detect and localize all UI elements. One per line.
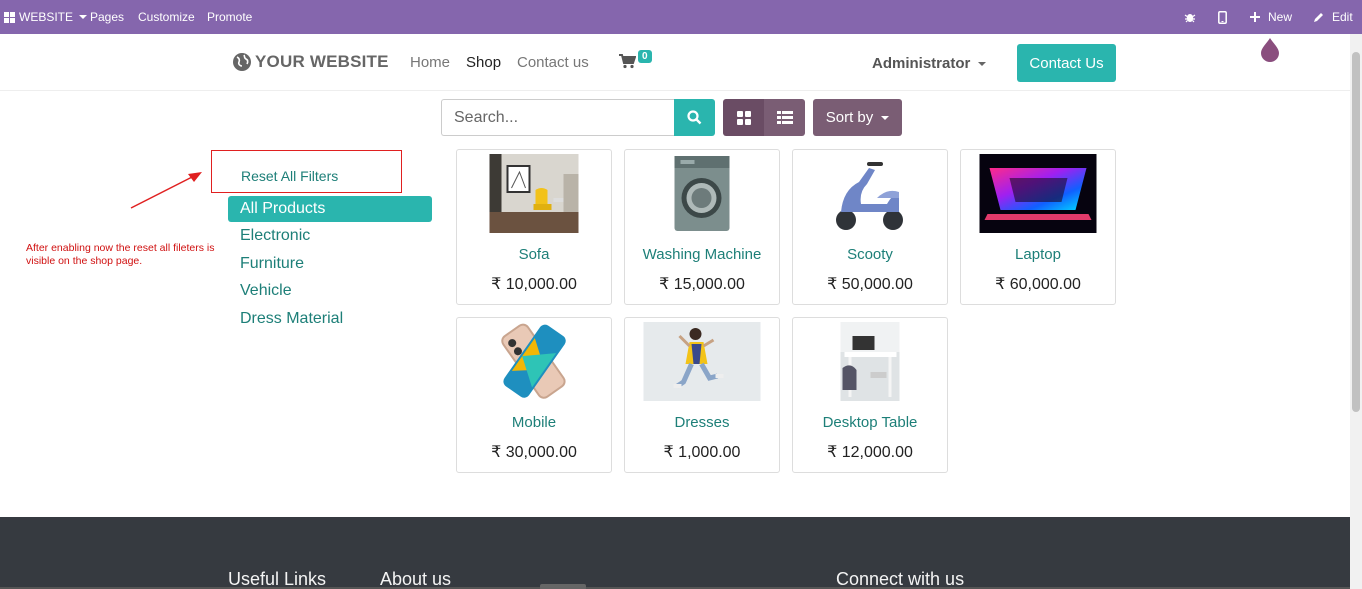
website-menu-label: WEBSITE — [19, 10, 74, 24]
sort-by-label: Sort by — [825, 109, 874, 126]
product-name[interactable]: Desktop Table — [793, 414, 947, 431]
resize-handle[interactable] — [540, 584, 586, 589]
view-toggle — [723, 99, 805, 136]
plus-icon — [1250, 12, 1260, 22]
admin-bar: WEBSITE Pages Customize Promote New Edit — [0, 0, 1362, 34]
product-name[interactable]: Laptop — [961, 246, 1115, 263]
pencil-icon — [1314, 12, 1323, 22]
mobile-icon — [1218, 10, 1227, 24]
product-card[interactable]: Sofa ₹ 10,000.00 — [456, 149, 612, 305]
washing-machine-image[interactable] — [672, 154, 732, 233]
mobile-image[interactable] — [497, 322, 571, 401]
search-input[interactable] — [441, 99, 674, 136]
site-footer: Useful Links About us Connect with us — [0, 517, 1350, 589]
pages-menu[interactable]: Pages — [90, 0, 124, 34]
list-icon — [776, 111, 793, 124]
list-view-button[interactable] — [764, 99, 805, 136]
product-price: ₹ 60,000.00 — [995, 276, 1081, 293]
new-button[interactable]: New — [1250, 0, 1292, 34]
new-label: New — [1268, 10, 1293, 24]
page-scrollbar[interactable] — [1350, 34, 1362, 589]
footer-about-heading: About us — [380, 569, 452, 589]
category-furniture[interactable]: Furniture — [228, 250, 432, 277]
product-price: ₹ 50,000.00 — [827, 276, 913, 293]
product-card[interactable]: Laptop ₹ 60,000.00 — [960, 149, 1116, 305]
search-icon — [687, 110, 702, 125]
product-name[interactable]: Washing Machine — [625, 246, 779, 263]
product-price: ₹ 12,000.00 — [827, 444, 913, 461]
cart-link[interactable]: 0 — [619, 50, 652, 74]
nav-contact[interactable]: Contact us — [517, 54, 589, 71]
user-menu[interactable]: Administrator — [872, 55, 987, 72]
category-all-products[interactable]: All Products — [228, 196, 432, 222]
pages-label: Pages — [90, 10, 125, 24]
product-name[interactable]: Dresses — [625, 414, 779, 431]
chevron-down-icon — [978, 61, 987, 66]
contact-us-button[interactable]: Contact Us — [1017, 44, 1116, 82]
sofa-image[interactable] — [489, 154, 579, 233]
search-button[interactable] — [674, 99, 715, 136]
promote-label: Promote — [207, 10, 253, 24]
annotation-arrow-icon — [130, 172, 202, 209]
nav-home[interactable]: Home — [410, 54, 450, 71]
site-logo[interactable]: YOUR WEBSITE — [232, 52, 389, 72]
customize-label: Customize — [138, 10, 195, 24]
droplet-icon[interactable] — [1261, 38, 1279, 62]
product-card[interactable]: Desktop Table ₹ 12,000.00 — [792, 317, 948, 473]
laptop-image[interactable] — [979, 154, 1097, 233]
product-name[interactable]: Mobile — [457, 414, 611, 431]
website-menu[interactable]: WEBSITE — [4, 0, 88, 34]
bug-icon — [1184, 14, 1196, 23]
scrollbar-thumb[interactable] — [1352, 52, 1360, 412]
product-price: ₹ 10,000.00 — [491, 276, 577, 293]
product-name[interactable]: Sofa — [457, 246, 611, 263]
customize-menu[interactable]: Customize — [138, 0, 195, 34]
product-card[interactable]: Washing Machine ₹ 15,000.00 — [624, 149, 780, 305]
grid-icon — [736, 110, 751, 125]
logo-text: YOUR WEBSITE — [255, 52, 389, 71]
grid-view-button[interactable] — [723, 99, 764, 136]
category-vehicle[interactable]: Vehicle — [228, 277, 432, 304]
product-price: ₹ 15,000.00 — [659, 276, 745, 293]
category-electronic[interactable]: Electronic — [228, 222, 432, 249]
chevron-down-icon — [79, 15, 88, 19]
footer-useful-links-heading: Useful Links — [228, 569, 327, 589]
globe-icon — [233, 53, 251, 71]
chevron-down-icon — [881, 115, 890, 120]
product-card[interactable]: Scooty ₹ 50,000.00 — [792, 149, 948, 305]
product-card[interactable]: Mobile ₹ 30,000.00 — [456, 317, 612, 473]
edit-button[interactable]: Edit — [1313, 0, 1353, 34]
apps-grid-icon — [4, 11, 15, 23]
product-search — [441, 99, 715, 136]
debug-button[interactable] — [1184, 0, 1196, 34]
product-name[interactable]: Scooty — [793, 246, 947, 263]
user-name: Administrator — [872, 55, 971, 72]
reset-all-filters-link[interactable]: Reset All Filters — [241, 168, 338, 184]
nav-shop[interactable]: Shop — [466, 54, 501, 71]
product-price: ₹ 30,000.00 — [491, 444, 577, 461]
shopping-cart-icon — [619, 54, 637, 69]
dress-image[interactable] — [643, 322, 761, 401]
edit-label: Edit — [1332, 10, 1353, 24]
sort-by-dropdown[interactable]: Sort by — [813, 99, 902, 136]
desk-image[interactable] — [840, 322, 900, 401]
annotation-note: After enabling now the reset all fileter… — [26, 242, 215, 267]
scooter-image[interactable] — [833, 154, 907, 233]
mobile-preview-button[interactable] — [1218, 0, 1227, 34]
category-list: All Products Electronic Furniture Vehicl… — [228, 196, 432, 332]
cart-count-badge: 0 — [638, 50, 652, 63]
promote-menu[interactable]: Promote — [207, 0, 252, 34]
product-price: ₹ 1,000.00 — [663, 444, 741, 461]
category-dress-material[interactable]: Dress Material — [228, 305, 432, 332]
product-card[interactable]: Dresses ₹ 1,000.00 — [624, 317, 780, 473]
footer-connect-heading: Connect with us — [836, 569, 965, 589]
site-header: YOUR WEBSITE Home Shop Contact us 0 Admi… — [0, 34, 1350, 91]
